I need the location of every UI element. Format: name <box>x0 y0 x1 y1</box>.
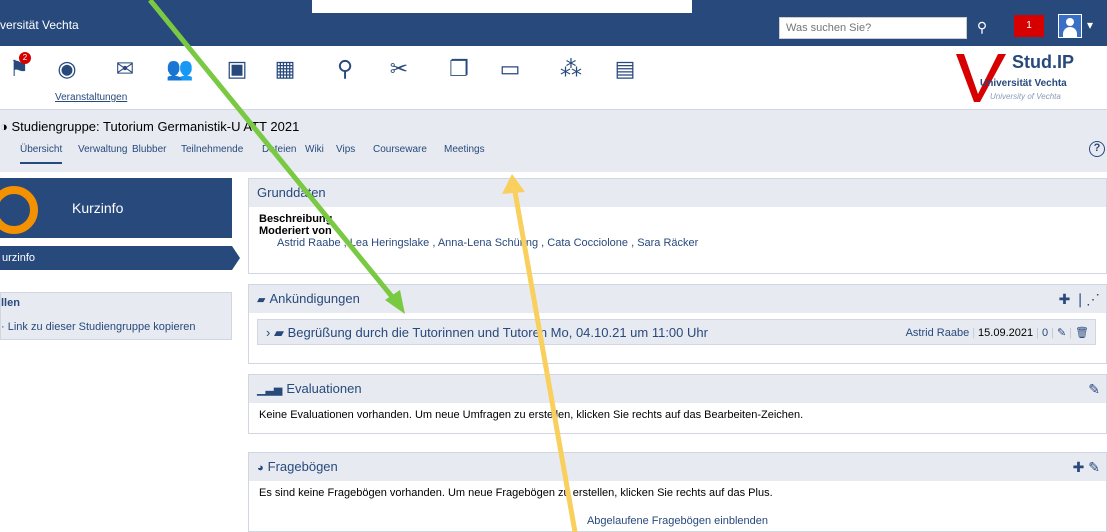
navigation-icon-bar: ⚑ 2 ◉ ✉ 👥 ▣ ▦ ⚲ ✂ ❐ ▭ ⁂ ▤ Veranstaltungen… <box>0 46 1107 110</box>
announcements-title: Ankündigungen <box>269 291 360 306</box>
grunddaten-box: Grunddaten Beschreibung Moderiert von As… <box>248 178 1107 274</box>
announcement-icon: ▰ <box>257 294 266 306</box>
edit-icon[interactable]: ✎ <box>1057 327 1066 339</box>
chevron-right-icon[interactable]: › <box>266 325 270 340</box>
announcement-meta: Astrid Raabe | 15.09.2021 | 0 | ✎ | 🗑 <box>905 327 1089 339</box>
breadcrumb: Studiengruppe: Tutorium Germanistik- <box>11 119 232 134</box>
tab-meetings[interactable]: Meetings <box>444 144 485 155</box>
info-icon <box>0 186 38 234</box>
logo-text: Stud.IP <box>1012 52 1074 72</box>
moderator-link[interactable]: Lea Heringslake <box>350 237 430 249</box>
questionnaires-title: Fragebögen <box>267 459 338 474</box>
evaluations-title: Evaluationen <box>286 381 362 396</box>
moderator-link[interactable]: Cata Cocciolone <box>547 237 628 249</box>
announcements-box: ▰ Ankündigungen ✚ ❘⋰ › ▰ Begrüßung durch … <box>248 284 1107 364</box>
tab-courseware[interactable]: Courseware <box>373 144 427 155</box>
announcement-icon: ▰ <box>273 325 284 340</box>
trash-icon[interactable]: 🗑 <box>1075 327 1089 339</box>
page-title: ◑ Studiengruppe: Tutorium Germanistik-U … <box>0 119 299 134</box>
edit-icon[interactable]: ✎ <box>1088 375 1100 403</box>
edit-icon[interactable]: ✎ <box>1088 459 1100 475</box>
bar-chart-icon: ▁▃▅ <box>257 384 283 396</box>
tab-administration[interactable]: Verwaltung <box>78 144 127 155</box>
breadcrumb-tail: U ATT 2021 <box>231 119 300 134</box>
moderator-link[interactable]: Anna-Lena Schüring <box>438 237 538 249</box>
studygroup-icon: ◑ <box>0 119 12 134</box>
moderator-link[interactable]: Sara Räcker <box>637 237 698 249</box>
university-name: versität Vechta <box>0 18 79 32</box>
sidebar: Kurzinfo urzinfo llen · Link zu dieser S… <box>0 172 240 532</box>
groups-icon[interactable]: ⁂ <box>556 56 586 82</box>
messages-icon[interactable]: ✉ <box>110 56 140 82</box>
announcement-item[interactable]: › ▰ Begrüßung durch die Tutorinnen und T… <box>257 319 1096 345</box>
questionnaires-text: Es sind keine Fragebögen vorhanden. Um n… <box>259 487 773 499</box>
search-nav-icon[interactable]: ⚲ <box>330 56 360 82</box>
sidebar-section-share: llen · Link zu dieser Studiengruppe kopi… <box>0 292 232 340</box>
moderator-link[interactable]: Astrid Raabe <box>277 237 341 249</box>
copy-link-label: Link zu dieser Studiengruppe kopieren <box>7 321 196 333</box>
announcement-author[interactable]: Astrid Raabe <box>906 327 970 339</box>
announcement-date: 15.09.2021 <box>978 327 1034 339</box>
sidebar-title: Kurzinfo <box>72 200 124 216</box>
announcement-title[interactable]: Begrüßung durch die Tutorinnen und Tutor… <box>288 325 708 340</box>
questionnaires-header: ◕ Fragebögen ✚ ✎ <box>249 453 1106 481</box>
rss-icon[interactable]: ❘⋰ <box>1074 291 1100 307</box>
display-icon[interactable]: ▭ <box>495 56 525 82</box>
search-icon[interactable]: ⚲ <box>970 15 994 39</box>
add-icon[interactable]: ✚ <box>1059 291 1071 307</box>
tab-participants[interactable]: Teilnehmende <box>181 144 243 155</box>
start-icon[interactable]: ⚑ 2 <box>4 52 34 82</box>
courses-icon[interactable]: ◉ <box>52 56 82 82</box>
announcement-actions: ✚ ❘⋰ <box>1059 285 1100 313</box>
top-bar: versität Vechta ⚲ 1 ▾ <box>0 0 1107 46</box>
unread-badge: 2 <box>19 52 31 64</box>
grunddaten-title: Grunddaten <box>249 179 1106 207</box>
tab-vips[interactable]: Vips <box>336 144 355 155</box>
evaluations-box: ▁▃▅ Evaluationen ✎ Keine Evaluationen vor… <box>248 374 1107 434</box>
announcement-views: 0 <box>1041 327 1049 339</box>
chevron-down-icon[interactable]: ▾ <box>1087 18 1093 32</box>
copy-link-button[interactable]: · Link zu dieser Studiengruppe kopieren <box>1 321 195 333</box>
expired-questionnaires-link[interactable]: Abgelaufene Fragebögen einblenden <box>249 505 1106 527</box>
help-icon[interactable]: ? <box>1089 141 1105 157</box>
description-label: Beschreibung <box>259 213 333 225</box>
logo-university: Universität Vechta <box>980 78 1067 89</box>
sidebar-section-title: llen <box>1 297 20 309</box>
announcements-header: ▰ Ankündigungen ✚ ❘⋰ <box>249 285 1106 313</box>
evaluations-header: ▁▃▅ Evaluationen ✎ <box>249 375 1106 403</box>
calendar-icon[interactable]: ▦ <box>270 56 300 82</box>
evaluations-text: Keine Evaluationen vorhanden. Um neue Um… <box>259 409 804 421</box>
nav-label-courses[interactable]: Veranstaltungen <box>55 92 127 103</box>
tools-icon[interactable]: ✂ <box>384 56 414 82</box>
moderator-list: Astrid Raabe , Lea Heringslake , Anna-Le… <box>277 237 699 249</box>
logo-subtitle: University of Vechta <box>990 92 1061 101</box>
notification-badge[interactable]: 1 <box>1014 15 1044 37</box>
sidebar-item-kurzinfo[interactable]: urzinfo <box>0 246 240 270</box>
community-icon[interactable]: 👥 <box>165 56 195 82</box>
grunddaten-body: Beschreibung Moderiert von Astrid Raabe … <box>249 207 1106 255</box>
profile-icon[interactable]: ▣ <box>222 56 252 82</box>
context-bar: ◑ Studiengruppe: Tutorium Germanistik-U … <box>0 110 1107 172</box>
questionnaire-icon: ◕ <box>257 462 264 474</box>
avatar[interactable] <box>1058 14 1082 38</box>
files-icon[interactable]: ❐ <box>444 56 474 82</box>
questionnaires-box: ◕ Fragebögen ✚ ✎ Es sind keine Fragebögen… <box>248 452 1107 532</box>
questionnaire-actions: ✚ ✎ <box>1073 453 1100 481</box>
tab-blubber[interactable]: Blubber <box>132 144 166 155</box>
link-icon: · <box>1 321 8 333</box>
tab-files[interactable]: Dateien <box>262 144 296 155</box>
tab-wiki[interactable]: Wiki <box>305 144 324 155</box>
tab-overview[interactable]: Übersicht <box>20 144 63 164</box>
clipboard-icon[interactable]: ▤ <box>610 56 640 82</box>
search-input[interactable] <box>779 17 967 39</box>
blank-area <box>312 0 692 13</box>
add-icon[interactable]: ✚ <box>1073 459 1085 475</box>
moderated-by-label: Moderiert von <box>259 225 332 237</box>
sidebar-header: Kurzinfo <box>0 178 232 238</box>
